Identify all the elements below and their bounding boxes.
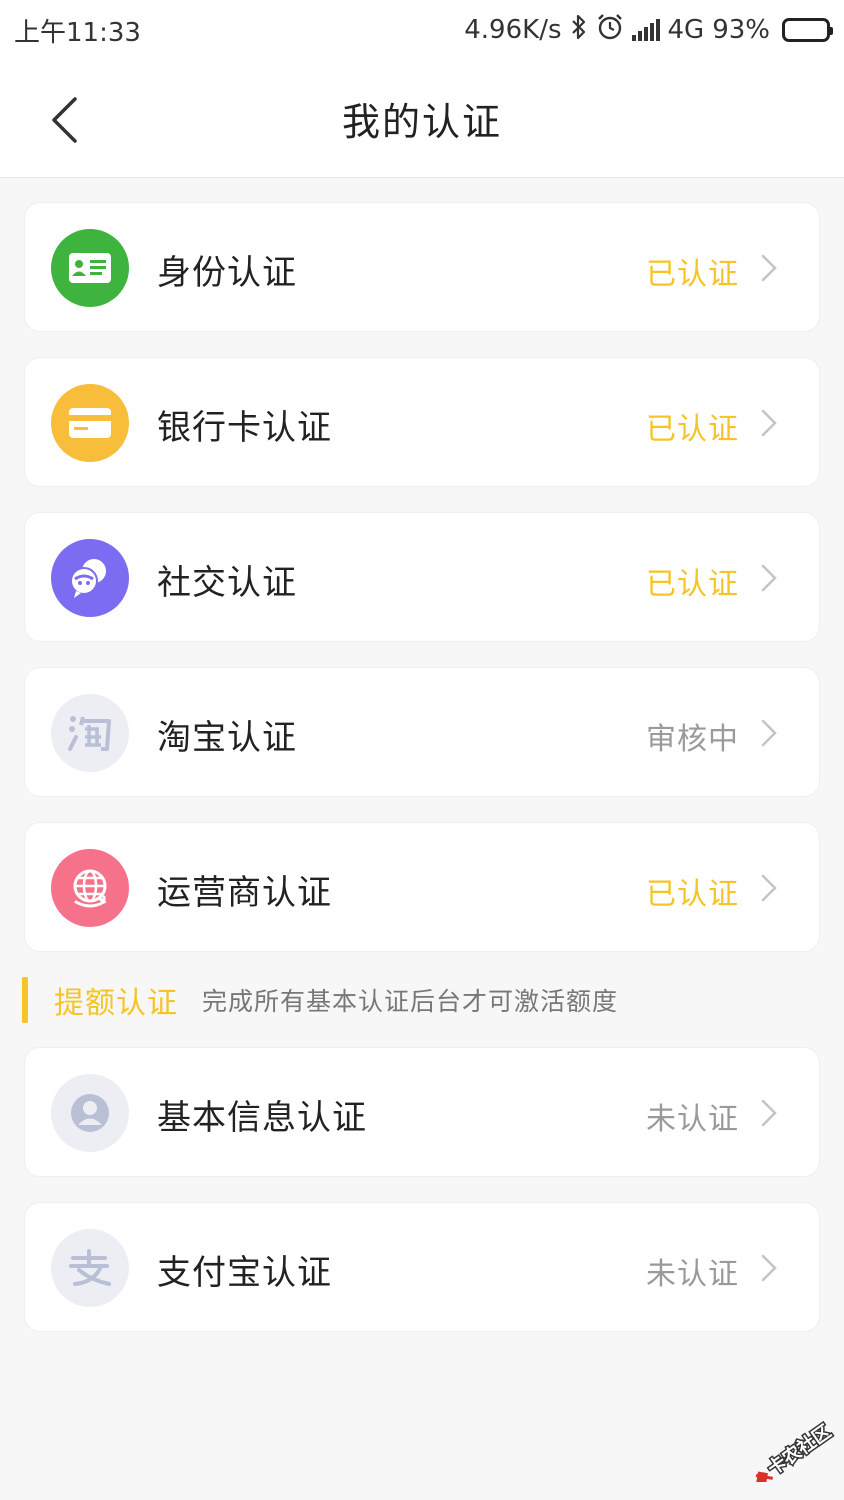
cert-item-identity[interactable]: 身份认证 已认证 bbox=[24, 202, 820, 332]
chevron-right-icon bbox=[761, 719, 777, 747]
cert-item-bank-card[interactable]: 银行卡认证 已认证 bbox=[24, 357, 820, 487]
chevron-right-icon bbox=[761, 1099, 777, 1127]
cert-item-label: 银行卡认证 bbox=[157, 408, 332, 448]
cert-status: 已认证 bbox=[646, 412, 739, 447]
nav-bar: 我的认证 bbox=[0, 60, 844, 178]
alarm-icon bbox=[596, 13, 624, 47]
section-title: 提额认证 bbox=[54, 986, 178, 1021]
cert-item-label: 社交认证 bbox=[157, 563, 297, 603]
chevron-right-icon bbox=[761, 254, 777, 282]
chevron-right-icon bbox=[761, 874, 777, 902]
bluetooth-icon bbox=[570, 14, 588, 46]
cert-item-label: 身份认证 bbox=[157, 253, 297, 293]
chevron-right-icon bbox=[761, 1254, 777, 1282]
chevron-right-icon bbox=[761, 409, 777, 437]
battery-icon bbox=[782, 18, 833, 42]
cert-item-social[interactable]: 社交认证 已认证 bbox=[24, 512, 820, 642]
section-header-credit-boost: 提额认证 完成所有基本认证后台才可激活额度 bbox=[22, 976, 822, 1024]
network-speed: 4.96K/s bbox=[464, 15, 562, 45]
battery-percent: 93% bbox=[712, 15, 770, 45]
cert-status: 已认证 bbox=[646, 567, 739, 602]
cert-item-alipay[interactable]: 支付宝认证 未认证 bbox=[24, 1202, 820, 1332]
cert-status: 已认证 bbox=[646, 877, 739, 912]
cert-item-label: 支付宝认证 bbox=[157, 1253, 332, 1293]
cert-status: 已认证 bbox=[646, 257, 739, 292]
page-title: 我的认证 bbox=[341, 100, 502, 144]
status-bar: 上午11:33 4.96K/s 4G 93% bbox=[0, 0, 844, 60]
cert-status: 未认证 bbox=[646, 1102, 739, 1137]
cert-item-label: 基本信息认证 bbox=[157, 1098, 367, 1138]
svg-text:卡农社区: 卡农社区 bbox=[763, 1420, 835, 1479]
cert-item-label: 淘宝认证 bbox=[157, 718, 297, 758]
status-time: 上午11:33 bbox=[14, 17, 141, 48]
user-profile-icon bbox=[51, 1074, 129, 1152]
back-button[interactable] bbox=[36, 90, 92, 150]
signal-icon bbox=[631, 19, 660, 41]
cert-item-basic-info[interactable]: 基本信息认证 未认证 bbox=[24, 1047, 820, 1177]
social-chat-icon bbox=[51, 539, 129, 617]
network-type: 4G bbox=[667, 15, 705, 45]
id-card-icon bbox=[51, 229, 129, 307]
alipay-icon bbox=[51, 1229, 129, 1307]
bank-card-icon bbox=[51, 384, 129, 462]
status-indicators: 4.96K/s 4G 93% bbox=[464, 13, 833, 47]
cert-item-label: 运营商认证 bbox=[157, 873, 332, 913]
cert-item-taobao[interactable]: 淘宝认证 审核中 bbox=[24, 667, 820, 797]
carrier-globe-icon bbox=[51, 849, 129, 927]
cert-status: 审核中 bbox=[646, 722, 739, 757]
cert-status: 未认证 bbox=[646, 1257, 739, 1292]
section-accent-bar bbox=[22, 977, 28, 1023]
watermark-logo: 卡农社区 bbox=[736, 1412, 837, 1487]
cert-item-carrier[interactable]: 运营商认证 已认证 bbox=[24, 822, 820, 952]
taobao-icon bbox=[51, 694, 129, 772]
chevron-right-icon bbox=[761, 564, 777, 592]
section-description: 完成所有基本认证后台才可激活额度 bbox=[202, 987, 619, 1016]
chevron-left-icon bbox=[52, 97, 77, 143]
